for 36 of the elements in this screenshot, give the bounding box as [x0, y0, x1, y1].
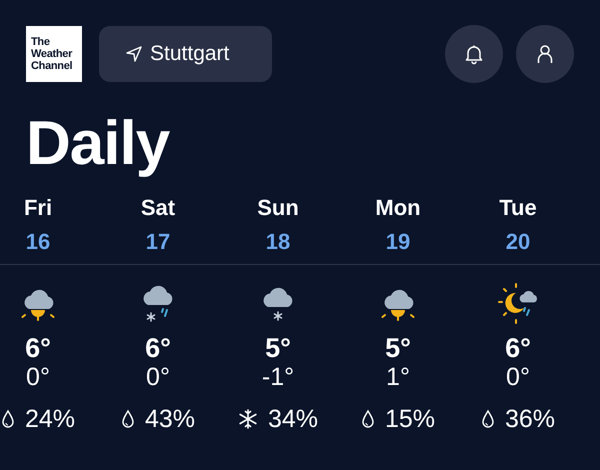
high-temperature: 5°: [265, 333, 291, 363]
raindrop-icon: [0, 409, 15, 429]
raindrop-icon: [360, 409, 375, 429]
navigation-arrow-icon: [126, 46, 142, 62]
raindrop-icon: [480, 409, 495, 429]
precipitation-chance: 15%: [384, 405, 436, 433]
low-temperature: -1°: [262, 363, 294, 391]
low-temperature: 1°: [386, 363, 410, 391]
snowflake-icon: [238, 409, 258, 429]
page-title: Daily: [26, 111, 171, 177]
precipitation-chance: 24%: [24, 405, 76, 433]
low-temperature: 0°: [506, 363, 530, 391]
precipitation-chance: 43%: [144, 405, 196, 433]
day-name: Tue: [499, 195, 537, 221]
day-name: Sun: [257, 195, 299, 221]
precipitation-chance: 36%: [504, 405, 556, 433]
high-temperature: 6°: [505, 333, 531, 363]
high-temperature: 5°: [385, 333, 411, 363]
day-name: Fri: [24, 195, 52, 221]
location-button[interactable]: Stuttgart: [99, 26, 272, 82]
precipitation-chance: 34%: [268, 405, 318, 433]
bell-icon: [463, 43, 485, 65]
day-date: 20: [506, 229, 530, 255]
low-temperature: 0°: [26, 363, 50, 391]
day-date: 17: [146, 229, 170, 255]
logo: The Weather Channel: [26, 26, 82, 82]
day-name: Mon: [375, 195, 421, 221]
high-temperature: 6°: [145, 333, 171, 363]
day-date: 18: [266, 229, 290, 255]
high-temperature: 6°: [25, 333, 51, 363]
day-name: Sat: [140, 195, 176, 221]
day-date: 16: [26, 229, 50, 255]
weather-icon: [496, 282, 540, 326]
day-date: 19: [386, 229, 410, 255]
low-temperature: 0°: [146, 363, 170, 391]
raindrop-icon: [120, 409, 135, 429]
